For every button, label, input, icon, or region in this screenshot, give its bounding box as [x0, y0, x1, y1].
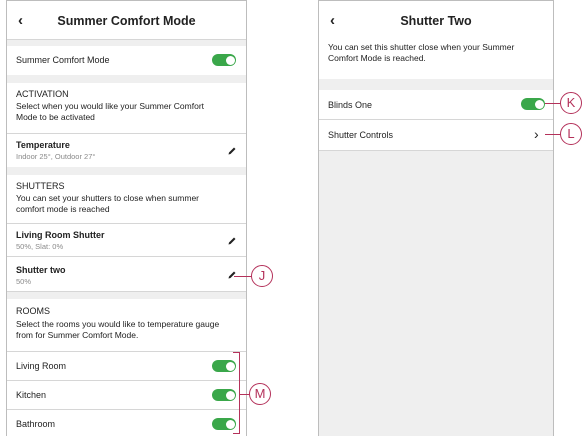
shutters-description-line2: comfort mode is reached — [16, 204, 110, 214]
callout-l-line — [545, 134, 561, 136]
blinds-toggle[interactable] — [521, 98, 545, 110]
callout-m-bracket — [233, 352, 240, 434]
callout-j: J — [251, 265, 273, 287]
shutter-label: Living Room Shutter — [16, 230, 105, 240]
temperature-row[interactable]: Temperature Indoor 25°, Outdoor 27° — [7, 134, 246, 167]
summer-comfort-screen: ‹ Summer Comfort Mode Summer Comfort Mod… — [6, 0, 247, 436]
shutter-detail: 50% — [16, 277, 32, 286]
activation-description-line1: Select when you would like your Summer C… — [16, 101, 205, 111]
room-row-bathroom[interactable]: Bathroom — [7, 410, 246, 436]
divider — [319, 150, 553, 151]
shutter-row-living-room[interactable]: Living Room Shutter 50%, Slat: 0% — [7, 224, 246, 256]
activation-heading: ACTIVATION — [16, 89, 69, 99]
chevron-right-icon[interactable]: › — [534, 127, 539, 141]
shutters-section: SHUTTERS You can set your shutters to cl… — [7, 175, 246, 223]
shutter-description-line2: Comfort Mode is reached. — [328, 53, 426, 63]
shutter-controls-row[interactable]: Shutter Controls › — [319, 120, 553, 150]
room-row-living-room[interactable]: Living Room — [7, 352, 246, 380]
shutter-row-shutter-two[interactable]: Shutter two 50% — [7, 257, 246, 291]
blinds-label: Blinds One — [328, 100, 373, 110]
pencil-icon[interactable] — [227, 146, 237, 156]
room-label: Living Room — [16, 361, 67, 371]
callout-k-line — [545, 103, 561, 105]
rooms-description-line1: Select the rooms you would like to tempe… — [16, 319, 220, 329]
shutter-controls-label: Shutter Controls — [328, 130, 394, 140]
header: ‹ Shutter Two You can set this shutter c… — [319, 1, 553, 79]
rooms-section: ROOMS Select the rooms you would like to… — [7, 299, 246, 351]
summer-comfort-toggle[interactable] — [212, 54, 236, 66]
rooms-description-line2: from for Summer Comfort Mode. — [16, 330, 139, 340]
shutter-detail: 50%, Slat: 0% — [16, 242, 64, 251]
callout-l: L — [560, 123, 582, 145]
activation-section: ACTIVATION Select when you would like yo… — [7, 83, 246, 133]
room-label: Kitchen — [16, 390, 47, 400]
rooms-heading: ROOMS — [16, 306, 51, 316]
temperature-detail: Indoor 25°, Outdoor 27° — [16, 152, 96, 161]
shutters-heading: SHUTTERS — [16, 181, 65, 191]
divider — [7, 39, 246, 40]
activation-description-line2: Mode to be activated — [16, 112, 95, 122]
shutter-two-screen: ‹ Shutter Two You can set this shutter c… — [318, 0, 554, 436]
callout-j-line — [234, 276, 252, 278]
blinds-row[interactable]: Blinds One — [319, 90, 553, 119]
summer-comfort-row[interactable]: Summer Comfort Mode — [7, 46, 246, 75]
divider — [7, 291, 246, 292]
shutter-label: Shutter two — [16, 265, 66, 275]
callout-k: K — [560, 92, 582, 114]
summer-comfort-label: Summer Comfort Mode — [16, 55, 110, 65]
shutters-description-line1: You can set your shutters to close when … — [16, 193, 199, 203]
shutter-description-line1: You can set this shutter close when your… — [328, 42, 515, 52]
temperature-label: Temperature — [16, 140, 70, 150]
pencil-icon[interactable] — [227, 270, 237, 280]
room-label: Bathroom — [16, 419, 56, 429]
pencil-icon[interactable] — [227, 236, 237, 246]
page-title: Shutter Two — [400, 14, 472, 28]
header: ‹ Summer Comfort Mode — [7, 1, 246, 39]
page-title: Summer Comfort Mode — [57, 14, 196, 28]
callout-m: M — [249, 383, 271, 405]
room-row-kitchen[interactable]: Kitchen — [7, 381, 246, 409]
